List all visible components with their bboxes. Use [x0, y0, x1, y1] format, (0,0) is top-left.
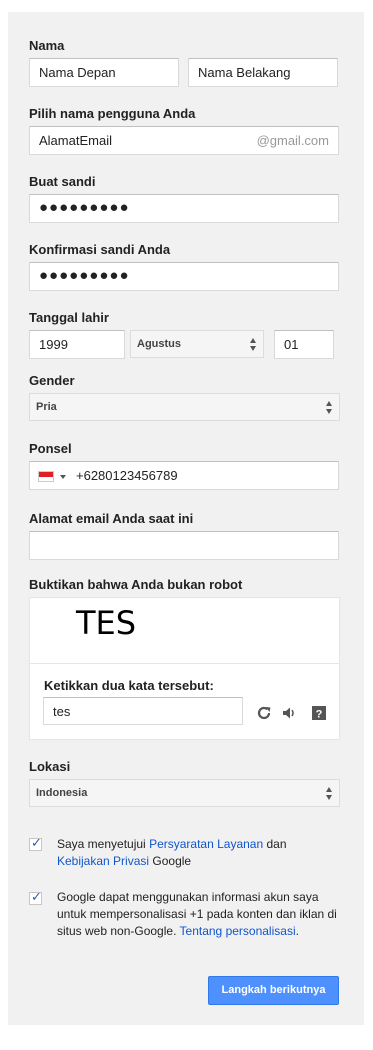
username-label: Pilih nama pengguna Anda — [29, 106, 196, 121]
confirm-password-input[interactable]: ●●●●●●●●● — [29, 262, 339, 291]
birth-month-select[interactable]: Agustus — [130, 330, 264, 358]
username-input[interactable]: AlamatEmail @gmail.com — [29, 126, 339, 155]
captcha-box: TES Ketikkan dua kata tersebut: tes ? — [29, 597, 340, 740]
phone-value: +6280123456789 — [76, 468, 178, 483]
captcha-input[interactable]: tes — [43, 697, 243, 725]
privacy-policy-link[interactable]: Kebijakan Privasi — [57, 854, 149, 868]
birth-day-input[interactable]: 01 — [274, 330, 334, 359]
password-input[interactable]: ●●●●●●●●● — [29, 194, 339, 223]
birth-year-input[interactable]: 1999 — [29, 330, 125, 359]
refresh-icon[interactable] — [256, 705, 272, 721]
captcha-image-text: TES — [76, 604, 137, 642]
username-value: AlamatEmail — [39, 133, 112, 148]
personalization-checkbox[interactable]: ✓ — [29, 889, 42, 905]
chevron-down-icon[interactable] — [60, 475, 66, 479]
about-personalization-link[interactable]: Tentang personalisasi — [180, 924, 296, 938]
personalization-text-after: . — [295, 924, 299, 938]
gender-label: Gender — [29, 373, 75, 388]
terms-text-after: Google — [149, 854, 192, 868]
last-name-input[interactable]: Nama Belakang — [188, 58, 338, 87]
captcha-prompt: Ketikkan dua kata tersebut: — [44, 678, 214, 693]
select-arrows-icon — [326, 787, 333, 800]
confirm-password-label: Konfirmasi sandi Anda — [29, 242, 171, 257]
checkmark-icon: ✓ — [31, 835, 42, 850]
help-icon[interactable]: ? — [311, 705, 327, 721]
terms-of-service-link[interactable]: Persyaratan Layanan — [149, 837, 263, 851]
gender-select[interactable]: Pria — [29, 393, 340, 421]
svg-text:?: ? — [316, 709, 323, 721]
phone-label: Ponsel — [29, 441, 72, 456]
current-email-input[interactable] — [29, 531, 339, 560]
select-arrows-icon — [326, 401, 333, 414]
indonesia-flag-icon[interactable] — [38, 471, 54, 482]
captcha-label: Buktikan bahwa Anda bukan robot — [29, 577, 243, 592]
location-value: Indonesia — [36, 787, 88, 799]
password-label: Buat sandi — [29, 174, 96, 189]
select-arrows-icon — [250, 338, 257, 351]
terms-text-middle: dan — [263, 837, 287, 851]
terms-text-before: Saya menyetujui — [57, 837, 150, 851]
captcha-lower — [30, 663, 339, 664]
gender-value: Pria — [36, 401, 57, 413]
first-name-input[interactable]: Nama Depan — [29, 58, 179, 87]
birthday-label: Tanggal lahir — [29, 310, 109, 325]
terms-checkbox[interactable]: ✓ — [29, 835, 42, 851]
location-label: Lokasi — [29, 759, 71, 774]
terms-text: Saya menyetujui Persyaratan Layanan dan … — [57, 836, 342, 870]
birth-month-value: Agustus — [137, 338, 181, 350]
name-label: Nama — [29, 38, 65, 53]
current-email-label: Alamat email Anda saat ini — [29, 511, 194, 526]
personalization-text: Google dapat menggunakan informasi akun … — [57, 889, 345, 940]
next-step-button[interactable]: Langkah berikutnya — [208, 976, 339, 1005]
phone-input[interactable]: +6280123456789 — [29, 461, 339, 490]
gmail-suffix: @gmail.com — [256, 133, 329, 148]
checkmark-icon: ✓ — [31, 889, 42, 904]
audio-icon[interactable] — [281, 705, 297, 721]
location-select[interactable]: Indonesia — [29, 779, 340, 807]
